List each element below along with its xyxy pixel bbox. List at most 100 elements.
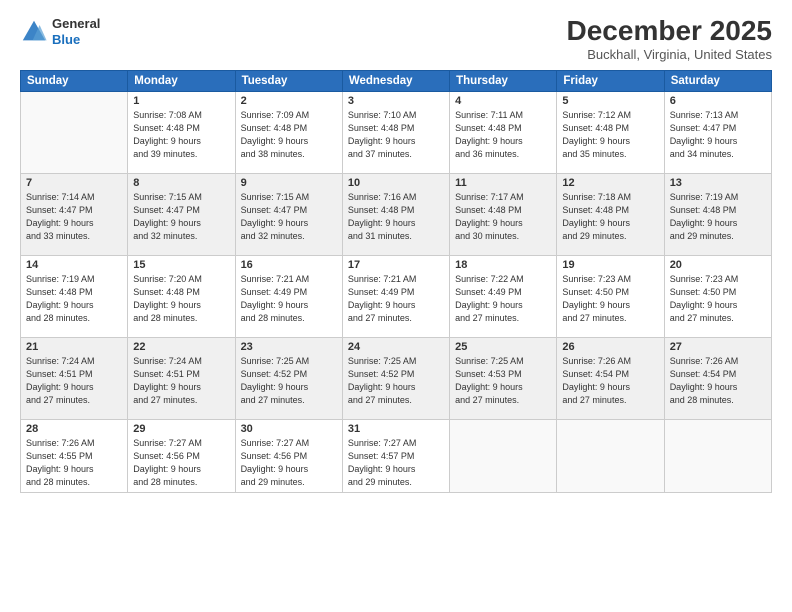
calendar-week-5: 28 Sunrise: 7:26 AMSunset: 4:55 PMDayligh… <box>21 419 772 492</box>
day-info: Sunrise: 7:15 AMSunset: 4:47 PMDaylight:… <box>241 191 337 243</box>
day-info: Sunrise: 7:25 AMSunset: 4:52 PMDaylight:… <box>241 355 337 407</box>
day-info: Sunrise: 7:23 AMSunset: 4:50 PMDaylight:… <box>670 273 766 325</box>
location: Buckhall, Virginia, United States <box>567 47 772 62</box>
day-number: 23 <box>241 341 337 353</box>
day-number: 26 <box>562 341 658 353</box>
table-row: 21Sunrise: 7:24 AMSunset: 4:51 PMDayligh… <box>21 337 128 419</box>
table-row: 29Sunrise: 7:27 AMSunset: 4:56 PMDayligh… <box>128 419 235 492</box>
calendar-header-row: Sunday Monday Tuesday Wednesday Thursday… <box>21 70 772 91</box>
day-number: 22 <box>133 341 229 353</box>
day-number: 28 <box>26 423 122 435</box>
table-row: 26 Sunrise: 7:26 AMSunset: 4:54 PMDayligh… <box>557 337 664 419</box>
day-info: Sunrise: 7:20 AMSunset: 4:48 PMDaylight:… <box>133 273 229 325</box>
table-row: 3 Sunrise: 7:10 AMSunset: 4:48 PMDaylight… <box>342 91 449 173</box>
day-info: Sunrise: 7:21 AMSunset: 4:49 PMDaylight:… <box>241 273 337 325</box>
day-info: Sunrise: 7:18 AMSunset: 4:48 PMDaylight:… <box>562 191 658 243</box>
calendar-table: Sunday Monday Tuesday Wednesday Thursday… <box>20 70 772 493</box>
logo-general: General <box>52 16 100 32</box>
day-number: 14 <box>26 259 122 271</box>
col-sunday: Sunday <box>21 70 128 91</box>
day-number: 25 <box>455 341 551 353</box>
day-info: Sunrise: 7:09 AMSunset: 4:48 PMDaylight:… <box>241 109 337 161</box>
table-row: 2 Sunrise: 7:09 AMSunset: 4:48 PMDaylight… <box>235 91 342 173</box>
table-row: 12 Sunrise: 7:18 AMSunset: 4:48 PMDayligh… <box>557 173 664 255</box>
day-number: 5 <box>562 95 658 107</box>
logo: General Blue <box>20 16 100 47</box>
day-info: Sunrise: 7:24 AMSunset: 4:51 PMDaylight:… <box>133 355 229 407</box>
day-number: 13 <box>670 177 766 189</box>
table-row: 1Sunrise: 7:08 AMSunset: 4:48 PMDaylight… <box>128 91 235 173</box>
table-row: 17Sunrise: 7:21 AMSunset: 4:49 PMDayligh… <box>342 255 449 337</box>
day-info: Sunrise: 7:10 AMSunset: 4:48 PMDaylight:… <box>348 109 444 161</box>
day-info: Sunrise: 7:19 AMSunset: 4:48 PMDaylight:… <box>26 273 122 325</box>
day-number: 10 <box>348 177 444 189</box>
day-number: 19 <box>562 259 658 271</box>
day-info: Sunrise: 7:22 AMSunset: 4:49 PMDaylight:… <box>455 273 551 325</box>
day-info: Sunrise: 7:27 AMSunset: 4:56 PMDaylight:… <box>241 437 337 489</box>
calendar-week-2: 7Sunrise: 7:14 AMSunset: 4:47 PMDaylight… <box>21 173 772 255</box>
table-row: 9Sunrise: 7:15 AMSunset: 4:47 PMDaylight… <box>235 173 342 255</box>
col-monday: Monday <box>128 70 235 91</box>
day-info: Sunrise: 7:16 AMSunset: 4:48 PMDaylight:… <box>348 191 444 243</box>
month-title: December 2025 <box>567 16 772 47</box>
day-info: Sunrise: 7:14 AMSunset: 4:47 PMDaylight:… <box>26 191 122 243</box>
day-number: 2 <box>241 95 337 107</box>
day-info: Sunrise: 7:27 AMSunset: 4:57 PMDaylight:… <box>348 437 444 489</box>
day-info: Sunrise: 7:25 AMSunset: 4:53 PMDaylight:… <box>455 355 551 407</box>
table-row: 28 Sunrise: 7:26 AMSunset: 4:55 PMDayligh… <box>21 419 128 492</box>
day-info: Sunrise: 7:26 AMSunset: 4:55 PMDaylight:… <box>26 437 122 489</box>
day-info: Sunrise: 7:11 AMSunset: 4:48 PMDaylight:… <box>455 109 551 161</box>
day-number: 20 <box>670 259 766 271</box>
page: General Blue December 2025 Buckhall, Vir… <box>0 0 792 612</box>
col-tuesday: Tuesday <box>235 70 342 91</box>
col-friday: Friday <box>557 70 664 91</box>
day-info: Sunrise: 7:13 AMSunset: 4:47 PMDaylight:… <box>670 109 766 161</box>
table-row: 15 Sunrise: 7:20 AMSunset: 4:48 PMDayligh… <box>128 255 235 337</box>
day-number: 4 <box>455 95 551 107</box>
table-row: 10 Sunrise: 7:16 AMSunset: 4:48 PMDayligh… <box>342 173 449 255</box>
day-number: 27 <box>670 341 766 353</box>
header: General Blue December 2025 Buckhall, Vir… <box>20 16 772 62</box>
day-info: Sunrise: 7:19 AMSunset: 4:48 PMDaylight:… <box>670 191 766 243</box>
table-row: 16 Sunrise: 7:21 AMSunset: 4:49 PMDayligh… <box>235 255 342 337</box>
table-row: 20 Sunrise: 7:23 AMSunset: 4:50 PMDayligh… <box>664 255 771 337</box>
table-row: 18Sunrise: 7:22 AMSunset: 4:49 PMDayligh… <box>450 255 557 337</box>
calendar-week-1: 1Sunrise: 7:08 AMSunset: 4:48 PMDaylight… <box>21 91 772 173</box>
day-number: 21 <box>26 341 122 353</box>
calendar-week-3: 14 Sunrise: 7:19 AMSunset: 4:48 PMDayligh… <box>21 255 772 337</box>
table-row: 25 Sunrise: 7:25 AMSunset: 4:53 PMDayligh… <box>450 337 557 419</box>
day-number: 16 <box>241 259 337 271</box>
day-number: 6 <box>670 95 766 107</box>
table-row <box>664 419 771 492</box>
day-info: Sunrise: 7:08 AMSunset: 4:48 PMDaylight:… <box>133 109 229 161</box>
table-row <box>21 91 128 173</box>
day-number: 12 <box>562 177 658 189</box>
table-row: 7Sunrise: 7:14 AMSunset: 4:47 PMDaylight… <box>21 173 128 255</box>
table-row: 23 Sunrise: 7:25 AMSunset: 4:52 PMDayligh… <box>235 337 342 419</box>
table-row: 4 Sunrise: 7:11 AMSunset: 4:48 PMDaylight… <box>450 91 557 173</box>
day-info: Sunrise: 7:12 AMSunset: 4:48 PMDaylight:… <box>562 109 658 161</box>
table-row: 5 Sunrise: 7:12 AMSunset: 4:48 PMDaylight… <box>557 91 664 173</box>
day-number: 3 <box>348 95 444 107</box>
col-saturday: Saturday <box>664 70 771 91</box>
table-row: 27 Sunrise: 7:26 AMSunset: 4:54 PMDayligh… <box>664 337 771 419</box>
day-info: Sunrise: 7:25 AMSunset: 4:52 PMDaylight:… <box>348 355 444 407</box>
table-row: 22 Sunrise: 7:24 AMSunset: 4:51 PMDayligh… <box>128 337 235 419</box>
day-info: Sunrise: 7:17 AMSunset: 4:48 PMDaylight:… <box>455 191 551 243</box>
day-info: Sunrise: 7:23 AMSunset: 4:50 PMDaylight:… <box>562 273 658 325</box>
table-row <box>450 419 557 492</box>
day-number: 30 <box>241 423 337 435</box>
table-row: 13 Sunrise: 7:19 AMSunset: 4:48 PMDayligh… <box>664 173 771 255</box>
day-info: Sunrise: 7:26 AMSunset: 4:54 PMDaylight:… <box>670 355 766 407</box>
day-info: Sunrise: 7:26 AMSunset: 4:54 PMDaylight:… <box>562 355 658 407</box>
table-row: 31Sunrise: 7:27 AMSunset: 4:57 PMDayligh… <box>342 419 449 492</box>
day-number: 11 <box>455 177 551 189</box>
table-row: 11 Sunrise: 7:17 AMSunset: 4:48 PMDayligh… <box>450 173 557 255</box>
table-row: 30 Sunrise: 7:27 AMSunset: 4:56 PMDayligh… <box>235 419 342 492</box>
table-row: 6 Sunrise: 7:13 AMSunset: 4:47 PMDaylight… <box>664 91 771 173</box>
day-number: 24 <box>348 341 444 353</box>
day-number: 17 <box>348 259 444 271</box>
day-info: Sunrise: 7:27 AMSunset: 4:56 PMDaylight:… <box>133 437 229 489</box>
logo-text: General Blue <box>52 16 100 47</box>
day-number: 15 <box>133 259 229 271</box>
